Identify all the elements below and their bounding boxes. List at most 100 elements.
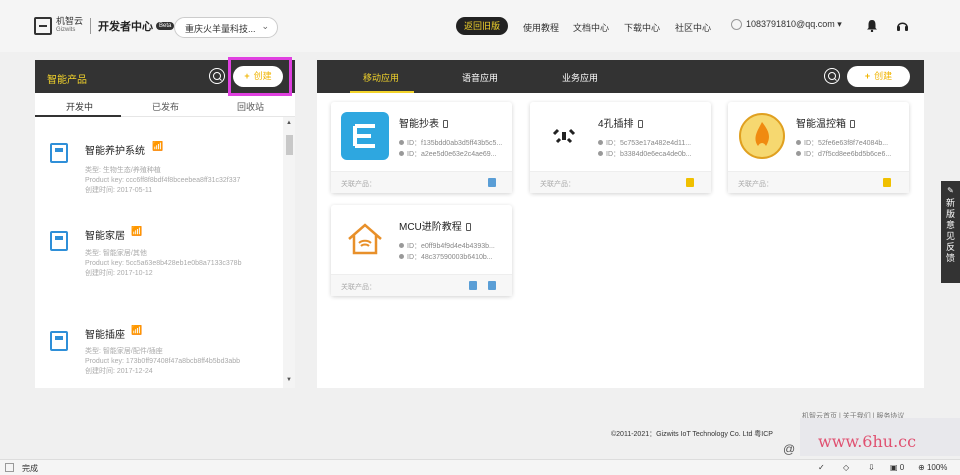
account-menu[interactable]: 1083791810@qq.com ▾ (731, 19, 842, 30)
download-icon[interactable]: ⇩ (868, 463, 875, 472)
bell-icon[interactable] (866, 19, 878, 32)
app-name: 智能抄表 (399, 115, 448, 130)
product-meta: 类型: 生物生态/养殖种植 Product key: ccc6ff8f8bdf4… (85, 166, 240, 196)
card-footer: 关联产品： (331, 274, 512, 296)
copyright-text: ©2011-2021：Gizwits IoT Technology Co. Lt… (611, 431, 773, 438)
shield-icon[interactable]: ◇ (843, 463, 849, 472)
create-app-button[interactable]: + 创建 (847, 66, 910, 87)
card-footer: 关联产品： (331, 171, 512, 193)
tab-voice-apps[interactable]: 语音应用 (462, 71, 498, 84)
plug-icon (540, 112, 588, 160)
app-name: MCU进阶教程 (399, 218, 471, 233)
product-created: 创建时间: 2017-05-11 (85, 187, 153, 194)
active-tab-indicator (350, 91, 414, 93)
tab-published[interactable]: 已发布 (152, 100, 179, 113)
tab-business-apps[interactable]: 业务应用 (562, 71, 598, 84)
headset-icon[interactable] (896, 19, 909, 32)
nav-tutorial-link[interactable]: 使用教程 (523, 21, 559, 34)
product-key: Product key: 173b0ff97408f47a8bcb8ff4b5b… (85, 358, 241, 365)
dev-center-title: 开发者中心 (98, 21, 154, 33)
card-footer: 关联产品： (530, 171, 711, 193)
app-name: 智能温控箱 (796, 115, 855, 130)
product-item[interactable]: 智能家居 📶 类型: 智能家居/其他 Product key: 5cc5a63e… (35, 207, 283, 297)
app-card[interactable]: MCU进阶教程 ID：e0ff9b4f9d4e4b4393b... ID：48c… (331, 205, 512, 296)
tab-recycle-bin[interactable]: 回收站 (237, 100, 264, 113)
device-icon (686, 178, 694, 187)
phone-icon (465, 223, 471, 232)
device-icon (50, 331, 68, 351)
product-list-scrollbar[interactable]: ▲ ▼ (283, 117, 295, 388)
company-select-value: 重庆火羊量科技... (185, 24, 256, 34)
tab-mobile-apps[interactable]: 移动应用 (363, 71, 399, 84)
product-type: 类型: 智能家居/配件/插座 (85, 348, 163, 355)
beta-badge: Beta (156, 22, 175, 30)
account-email: 1083791810@qq.com ▾ (746, 19, 842, 29)
product-type: 类型: 生物生态/养殖种植 (85, 167, 161, 174)
search-icon[interactable] (209, 68, 225, 84)
feedback-char: 意 (945, 220, 955, 230)
product-created: 创建时间: 2017-10-12 (85, 270, 153, 277)
gizwits-logo-icon (34, 17, 52, 35)
check-icon[interactable]: ✓ (818, 463, 825, 472)
linked-products-label: 关联产品： (341, 284, 376, 291)
apple-icon (796, 151, 801, 156)
app-id: ID：48c37590003b6410b... (399, 252, 493, 262)
product-item[interactable]: 智能养护系统 📶 类型: 生物生态/养殖种植 Product key: ccc6… (35, 117, 283, 207)
gizwits-logo[interactable]: 机智云 Gizwits 开发者中心 Beta (34, 17, 175, 35)
back-old-version-button[interactable]: 返回旧版 (456, 17, 509, 35)
app-card[interactable]: 4孔插排 ID：5c753e17a482e4d11... ID：b3384d0e… (530, 102, 711, 193)
product-item[interactable]: 智能插座 📶 类型: 智能家居/配件/插座 Product key: 173b0… (35, 297, 283, 387)
watermark-text: www.6hu.cc (818, 432, 917, 451)
app-card[interactable]: 智能抄表 ID：f135bdd0ab3d5ff43b5c5... ID：a2ee… (331, 102, 512, 193)
device-icon (50, 231, 68, 251)
feedback-char: 反 (945, 242, 955, 252)
scroll-thumb[interactable] (286, 135, 293, 155)
product-meta: 类型: 智能家居/配件/插座 Product key: 173b0ff97408… (85, 347, 240, 377)
company-select[interactable]: 重庆火羊量科技... ⌄ (174, 17, 278, 38)
edit-icon: ✎ (947, 186, 954, 195)
app-id: ID：d7f5cd8ee6bd5b6ce6... (796, 149, 891, 159)
feedback-button[interactable]: ✎ 新 版 意 见 反 馈 (941, 181, 960, 283)
app-id: ID：b3384d0e6eca4de0b... (598, 149, 692, 159)
device-icon (883, 178, 891, 187)
header-divider (90, 18, 92, 34)
wifi-icon: 📶 (131, 325, 143, 335)
product-tabs: 开发中 已发布 回收站 (35, 93, 295, 117)
phone-icon (637, 120, 643, 129)
create-app-label: 创建 (874, 71, 893, 81)
linked-products-label: 关联产品： (540, 181, 575, 188)
apple-icon (598, 151, 603, 156)
zoom-level[interactable]: ⊕ 100% (918, 463, 947, 472)
product-panel-title: 智能产品 (47, 75, 87, 86)
product-list: 智能养护系统 📶 类型: 生物生态/养殖种植 Product key: ccc6… (35, 117, 283, 388)
phone-icon (443, 120, 448, 129)
linked-products-label: 关联产品： (738, 181, 773, 188)
device-icon (488, 281, 496, 290)
counter-icon[interactable]: ▣ 0 (890, 463, 904, 472)
product-panel: 智能产品 + 创建 开发中 已发布 回收站 智能养护系统 📶 类型: 生物生态/养… (35, 60, 295, 388)
feedback-char: 版 (945, 209, 955, 219)
tab-developing[interactable]: 开发中 (66, 100, 93, 113)
product-key: Product key: ccc6ff8f8bdf4f8bceebea8ff31… (85, 177, 241, 184)
product-name: 智能家居 (85, 231, 125, 242)
logo-en-text: Gizwits (56, 27, 76, 33)
android-icon (598, 140, 603, 145)
app-id: ID：e0ff9b4f9d4e4b4393b... (399, 241, 495, 251)
product-key: Product key: 5cc5a63e8b428eb1e0b8a7133c3… (85, 260, 242, 267)
scroll-up-icon[interactable]: ▲ (286, 120, 292, 126)
chevron-down-icon: ⌄ (261, 21, 269, 31)
search-icon[interactable] (824, 68, 840, 84)
user-icon (731, 19, 742, 30)
product-name: 智能养护系统 (85, 146, 145, 157)
nav-download-link[interactable]: 下载中心 (624, 21, 660, 34)
feedback-char: 馈 (945, 253, 955, 263)
apple-icon (399, 151, 404, 156)
feedback-char: 见 (945, 231, 955, 241)
device-icon (488, 178, 496, 187)
application-panel-header: 移动应用 语音应用 业务应用 + 创建 (317, 60, 924, 93)
android-icon (796, 140, 801, 145)
nav-community-link[interactable]: 社区中心 (675, 21, 711, 34)
nav-docs-link[interactable]: 文档中心 (573, 21, 609, 34)
scroll-down-icon[interactable]: ▼ (286, 377, 292, 383)
app-card[interactable]: 智能温控箱 ID：52fe6e63f8f7e4084b... ID：d7f5cd… (728, 102, 909, 193)
